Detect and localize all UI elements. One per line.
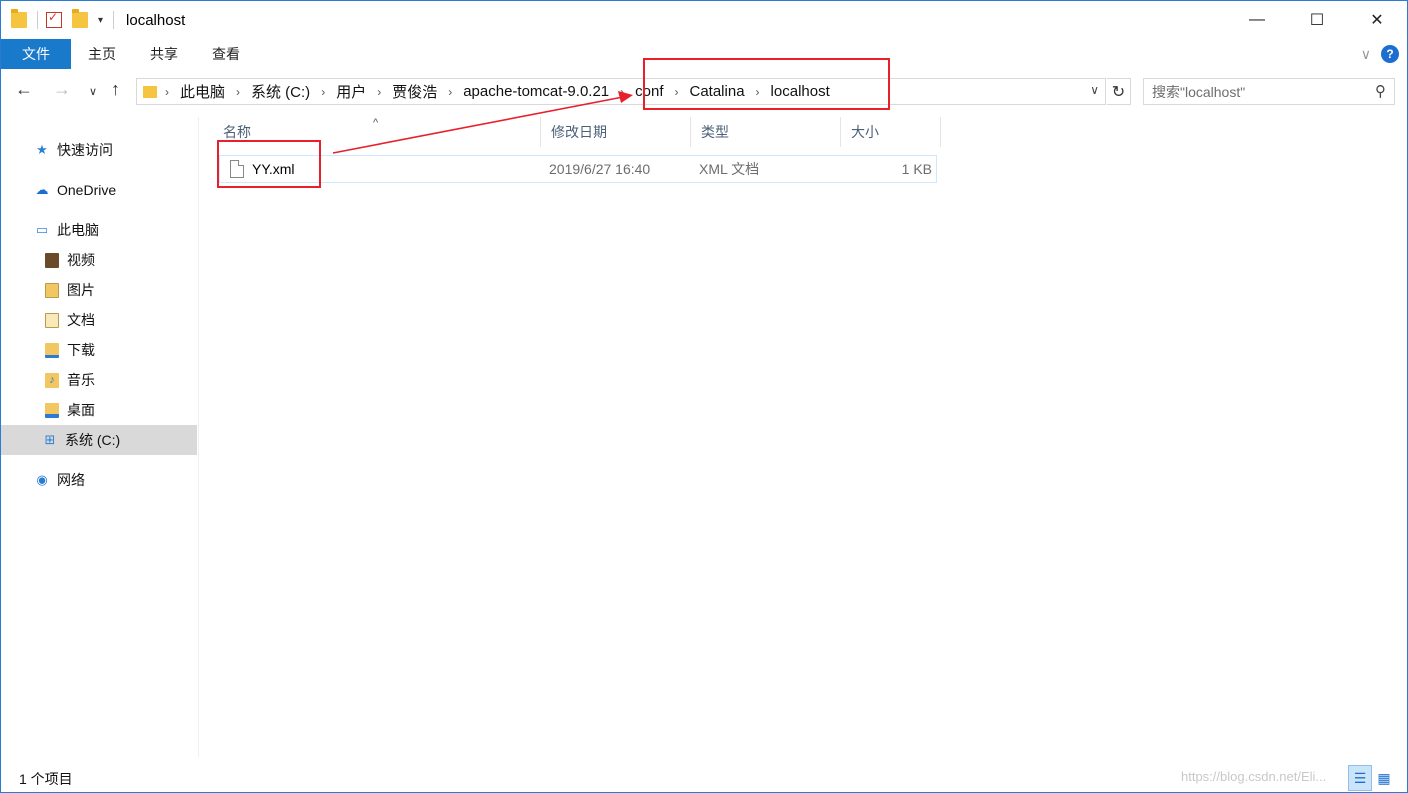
explorer-window: ▾ localhost — ☐ ✕ 文件 主页 共享 查看 ∨ ? ← → ∨ … <box>0 0 1408 793</box>
breadcrumb-chevron-icon[interactable]: › <box>377 85 381 99</box>
sidebar-item-documents[interactable]: 文档 <box>43 305 193 335</box>
desktop-library-icon <box>43 402 61 418</box>
sidebar-item-label: 下载 <box>67 342 95 358</box>
sidebar-item-label: 音乐 <box>67 372 95 388</box>
sidebar-item-label: 图片 <box>67 282 95 298</box>
close-button[interactable]: ✕ <box>1347 1 1407 39</box>
window-controls: — ☐ ✕ <box>1227 1 1407 39</box>
sidebar-item-desktop[interactable]: 桌面 <box>43 395 193 425</box>
large-icons-view-icon[interactable]: ▦ <box>1372 765 1396 791</box>
sidebar-item-label: 文档 <box>67 312 95 328</box>
item-count: 1 个项目 <box>19 770 73 787</box>
breadcrumb-chevron-icon[interactable]: › <box>236 85 240 99</box>
folder-icon <box>11 9 27 28</box>
file-row[interactable]: YY.xml 2019/6/27 16:40 XML 文档 1 KB <box>219 155 937 183</box>
sidebar-item-videos[interactable]: 视频 <box>43 245 193 275</box>
search-input[interactable]: 搜索"localhost" ⚲ <box>1143 78 1395 105</box>
downloads-library-icon <box>43 342 61 358</box>
view-toggle: ☰ ▦ <box>1348 765 1396 791</box>
sidebar-item-downloads[interactable]: 下载 <box>43 335 193 365</box>
file-size: 1 KB <box>901 161 932 177</box>
sidebar-item-quick-access[interactable]: ★ 快速访问 <box>33 135 193 165</box>
breadcrumb-item[interactable]: 用户 <box>336 81 366 102</box>
tab-view[interactable]: 查看 <box>195 39 257 69</box>
toolbar-divider <box>113 11 115 29</box>
window-title: localhost <box>126 11 186 29</box>
documents-library-icon <box>43 312 61 328</box>
sidebar-item-pictures[interactable]: 图片 <box>43 275 193 305</box>
sidebar-item-label: 网络 <box>57 472 85 488</box>
folder-icon <box>143 85 157 98</box>
sidebar-item-label: 视频 <box>67 252 95 268</box>
address-history-chevron-icon[interactable]: ∨ <box>1090 83 1099 97</box>
expand-ribbon-chevron-icon[interactable]: ∨ <box>1361 46 1371 63</box>
properties-icon[interactable] <box>46 10 62 28</box>
breadcrumb-chevron-icon[interactable]: › <box>165 85 169 99</box>
column-header-type[interactable]: 类型 <box>691 117 841 147</box>
breadcrumb-item[interactable]: 此电脑 <box>180 81 225 102</box>
new-folder-icon[interactable] <box>72 9 88 28</box>
sort-ascending-icon: ^ <box>373 117 379 129</box>
tab-home[interactable]: 主页 <box>71 39 133 69</box>
cloud-icon: ☁ <box>35 182 49 197</box>
video-library-icon <box>43 252 61 268</box>
computer-icon: ▭ <box>35 222 49 237</box>
search-icon[interactable]: ⚲ <box>1375 82 1386 100</box>
sidebar-item-system-drive[interactable]: ⊞ 系统 (C:) <box>1 425 197 455</box>
quick-access-toolbar: ▾ <box>1 1 122 39</box>
up-arrow-icon[interactable]: ↑ <box>111 79 120 100</box>
file-type: XML 文档 <box>699 161 760 177</box>
breadcrumb-item[interactable]: 贾俊浩 <box>392 81 437 102</box>
column-header-modified[interactable]: 修改日期 <box>541 117 691 147</box>
file-modified: 2019/6/27 16:40 <box>549 161 651 177</box>
details-view-icon[interactable]: ☰ <box>1348 765 1372 791</box>
watermark: https://blog.csdn.net/Eli... <box>1181 769 1327 784</box>
search-placeholder: 搜索"localhost" <box>1152 83 1246 100</box>
sidebar-item-label: 桌面 <box>67 402 95 418</box>
breadcrumb-chevron-icon[interactable]: › <box>620 85 624 99</box>
breadcrumb-chevron-icon[interactable]: › <box>321 85 325 99</box>
breadcrumb-item[interactable]: apache-tomcat-9.0.21 <box>463 83 609 100</box>
tab-file[interactable]: 文件 <box>1 39 71 69</box>
music-library-icon: ♪ <box>43 372 61 388</box>
forward-arrow-icon[interactable]: → <box>53 79 71 100</box>
sidebar-item-network[interactable]: ◉ 网络 <box>33 465 193 495</box>
drive-icon: ⊞ <box>44 432 56 447</box>
maximize-button[interactable]: ☐ <box>1287 1 1347 39</box>
star-icon: ★ <box>36 142 48 157</box>
title-bar: ▾ localhost — ☐ ✕ <box>1 1 1407 39</box>
sidebar-item-label: OneDrive <box>57 182 117 198</box>
sidebar-item-label: 此电脑 <box>57 222 99 238</box>
breadcrumb-item[interactable]: 系统 (C:) <box>251 81 310 102</box>
pictures-library-icon <box>43 282 61 298</box>
annotation-box-path <box>643 58 890 110</box>
column-header-size[interactable]: 大小 <box>841 117 941 147</box>
sidebar-item-label: 快速访问 <box>57 142 113 158</box>
customize-toolbar-chevron-icon[interactable]: ▾ <box>98 15 103 26</box>
help-icon[interactable]: ? <box>1381 45 1399 63</box>
network-icon: ◉ <box>36 472 48 487</box>
sidebar-item-this-pc[interactable]: ▭ 此电脑 <box>33 215 193 245</box>
address-bar[interactable]: › 此电脑 › 系统 (C:) › 用户 › 贾俊浩 › apache-tomc… <box>136 78 1106 105</box>
navigation-pane: ★ 快速访问 ☁ OneDrive ▭ 此电脑 视频 图片 文档 下载 ♪ 音乐… <box>1 117 199 757</box>
sidebar-item-music[interactable]: ♪ 音乐 <box>43 365 193 395</box>
sidebar-item-label: 系统 (C:) <box>65 432 121 448</box>
back-arrow-icon[interactable]: ← <box>15 79 33 100</box>
refresh-button[interactable]: ↻ <box>1107 78 1131 105</box>
refresh-icon: ↻ <box>1111 83 1126 101</box>
annotation-box-file <box>217 140 321 188</box>
recent-locations-chevron-icon[interactable]: ∨ <box>89 85 97 98</box>
breadcrumb-chevron-icon[interactable]: › <box>448 85 452 99</box>
sidebar-item-onedrive[interactable]: ☁ OneDrive <box>33 175 193 205</box>
toolbar-divider <box>37 11 38 29</box>
tab-share[interactable]: 共享 <box>133 39 195 69</box>
minimize-button[interactable]: — <box>1227 1 1287 39</box>
